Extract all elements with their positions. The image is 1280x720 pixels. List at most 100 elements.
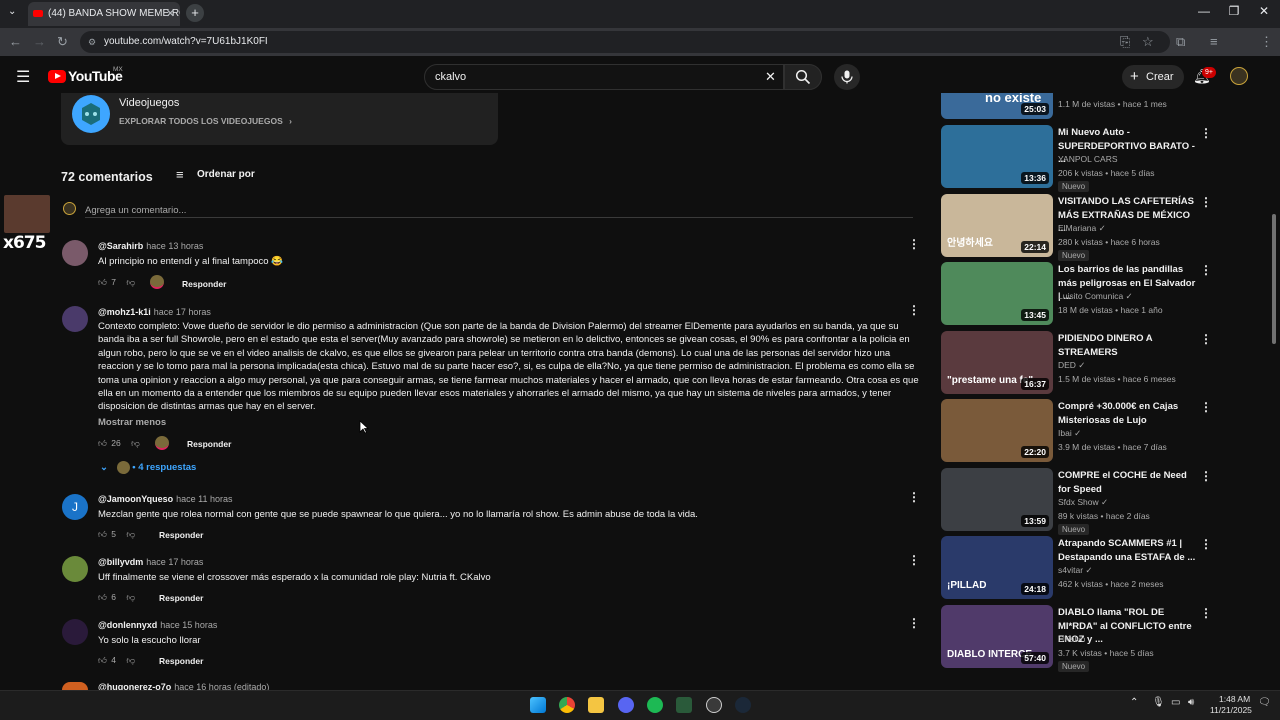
video-title[interactable]: Atrapando SCAMMERS #1 | Destapando una E…	[1058, 537, 1196, 564]
video-menu-icon[interactable]: ⋮	[1200, 126, 1212, 140]
back-icon[interactable]: ←	[9, 34, 22, 49]
video-menu-icon[interactable]: ⋮	[1200, 263, 1212, 277]
dislike-icon[interactable]: 👎︎	[131, 438, 140, 448]
video-channel[interactable]: DED ✓	[1058, 360, 1085, 371]
chrome-icon[interactable]	[559, 697, 575, 713]
video-menu-icon[interactable]: ⋮	[1200, 400, 1212, 414]
video-thumbnail[interactable]: ¡PILLAD 24:18	[941, 536, 1053, 599]
comment-time[interactable]: hace 13 horas	[146, 241, 203, 251]
comment-author[interactable]: @mohz1-k1i hace 17 horas	[98, 307, 211, 317]
forward-icon[interactable]: →	[33, 34, 46, 49]
author-handle[interactable]: @hugonerez-o7o	[98, 682, 171, 690]
scrollbar-thumb[interactable]	[1272, 214, 1276, 344]
video-thumbnail[interactable]: 22:20	[941, 399, 1053, 462]
spotify-icon[interactable]	[647, 697, 663, 713]
like-icon[interactable]: 👍︎	[98, 592, 107, 602]
create-button[interactable]: + Crear	[1122, 65, 1184, 89]
window-close-icon[interactable]: ✕	[1249, 4, 1279, 18]
comment-avatar[interactable]	[62, 306, 88, 332]
comment-author[interactable]: @billyvdm hace 17 horas	[98, 557, 203, 567]
account-avatar[interactable]	[1230, 67, 1248, 85]
video-channel[interactable]: s4vitar ✓	[1058, 565, 1093, 576]
comment-author[interactable]: @donlennyxd hace 15 horas	[98, 620, 217, 630]
xbox-app-icon[interactable]	[676, 697, 692, 713]
sort-icon[interactable]: ≡	[176, 167, 184, 182]
restore-icon[interactable]: ❐	[1219, 4, 1249, 18]
video-thumbnail[interactable]: 13:45	[941, 262, 1053, 325]
comment-author[interactable]: @hugonerez-o7o hace 16 horas (editado)	[98, 682, 269, 690]
video-channel[interactable]: ElMariana ✓	[1058, 223, 1106, 234]
video-channel[interactable]: Sfdx Show ✓	[1058, 497, 1108, 508]
comment-menu-icon[interactable]: ⋮	[908, 237, 920, 251]
author-handle[interactable]: @JamoonYqueso	[98, 494, 173, 504]
comment-avatar[interactable]	[62, 619, 88, 645]
video-title[interactable]: Compré +30.000€ en Cajas Misteriosas de …	[1058, 400, 1196, 427]
discord-icon[interactable]	[618, 697, 634, 713]
sort-by-button[interactable]: Ordenar por	[197, 169, 255, 180]
comment-avatar[interactable]	[62, 556, 88, 582]
dislike-icon[interactable]: 👎︎	[126, 529, 135, 539]
replies-toggle[interactable]: ⌄ • 4 respuestas	[100, 461, 196, 474]
comment-menu-icon[interactable]: ⋮	[908, 490, 920, 504]
reply-button[interactable]: Responder	[187, 439, 231, 449]
author-handle[interactable]: @billyvdm	[98, 557, 143, 567]
minimize-icon[interactable]: —	[1189, 4, 1219, 18]
reload-icon[interactable]: ↻	[57, 34, 68, 50]
comment-time[interactable]: hace 17 horas	[154, 307, 211, 317]
video-thumbnail[interactable]: no existe 25:03	[941, 93, 1053, 119]
comment-time[interactable]: hace 17 horas	[146, 557, 203, 567]
video-thumbnail[interactable]: "prestame una fe" 16:37	[941, 331, 1053, 394]
video-menu-icon[interactable]: ⋮	[1200, 537, 1212, 551]
video-channel[interactable]: Ibai ✓	[1058, 428, 1081, 439]
dislike-icon[interactable]: 👎︎	[126, 277, 135, 287]
like-icon[interactable]: 👍︎	[98, 438, 107, 448]
install-app-icon[interactable]: ⎘	[1120, 34, 1130, 50]
reply-button[interactable]: Responder	[159, 656, 203, 666]
comment-time[interactable]: hace 16 horas (editado)	[174, 682, 269, 690]
browser-tab[interactable]: (44) BANDA SHOW MEME ROL ✕	[28, 2, 180, 26]
tab-search-icon[interactable]: ⌄	[8, 6, 16, 17]
video-thumbnail[interactable]: 안녕하세요 22:14	[941, 194, 1053, 257]
chrome-menu-icon[interactable]: ⋮	[1260, 34, 1273, 50]
bookmark-star-icon[interactable]: ☆	[1142, 34, 1154, 50]
clock-date[interactable]: 11/21/2025	[1210, 705, 1252, 715]
comment-time[interactable]: hace 11 horas	[176, 494, 232, 504]
reading-list-icon[interactable]: ≡	[1210, 34, 1218, 49]
url-input[interactable]: ⚙ youtube.com/watch?v=7U61bJ1K0FI	[80, 31, 1170, 53]
comment-author[interactable]: @JamoonYqueso hace 11 horas	[98, 494, 233, 504]
reply-button[interactable]: Responder	[159, 593, 203, 603]
video-thumbnail[interactable]: DIABLO INTERCE 57:40	[941, 605, 1053, 668]
video-menu-icon[interactable]: ⋮	[1200, 332, 1212, 346]
tab-close-icon[interactable]: ✕	[166, 2, 175, 26]
dislike-icon[interactable]: 👎︎	[126, 655, 135, 665]
search-button[interactable]	[784, 64, 822, 90]
page-scrollbar[interactable]	[1271, 96, 1277, 686]
like-icon[interactable]: 👍︎	[98, 655, 107, 665]
video-title[interactable]: COMPRE el COCHE de Need for Speed	[1058, 469, 1196, 496]
author-handle[interactable]: @donlennyxd	[98, 620, 157, 630]
video-title[interactable]: PIDIENDO DINERO A STREAMERS	[1058, 332, 1196, 359]
obs-icon[interactable]	[706, 697, 722, 713]
new-tab-button[interactable]: +	[186, 4, 204, 22]
microphone-tray-icon[interactable]: 🎙︎	[1152, 697, 1165, 708]
clock-time[interactable]: 1:48 AM	[1219, 694, 1250, 704]
voice-search-button[interactable]	[834, 64, 860, 90]
video-channel[interactable]: YANPOL CARS	[1058, 154, 1118, 164]
comment-time[interactable]: hace 15 horas	[160, 620, 217, 630]
author-handle[interactable]: @mohz1-k1i	[98, 307, 151, 317]
like-icon[interactable]: 👍︎	[98, 277, 107, 287]
reply-button[interactable]: Responder	[182, 279, 226, 289]
video-thumbnail[interactable]: 13:36	[941, 125, 1053, 188]
video-channel[interactable]: CKalvo	[1058, 634, 1085, 644]
video-menu-icon[interactable]: ⋮	[1200, 606, 1212, 620]
search-input[interactable]: ckalvo ✕	[424, 64, 784, 90]
comment-menu-icon[interactable]: ⋮	[908, 553, 920, 567]
clear-search-icon[interactable]: ✕	[765, 65, 776, 89]
video-menu-icon[interactable]: ⋮	[1200, 195, 1212, 209]
network-icon[interactable]: ▭	[1171, 697, 1180, 708]
comment-menu-icon[interactable]: ⋮	[908, 303, 920, 317]
comment-avatar[interactable]	[62, 682, 88, 690]
tray-overflow-icon[interactable]: ⌃	[1130, 697, 1138, 708]
explore-games-link[interactable]: EXPLORAR TODOS LOS VIDEOJUEGOS ›	[119, 116, 292, 126]
hamburger-menu-icon[interactable]: ☰	[16, 67, 30, 87]
